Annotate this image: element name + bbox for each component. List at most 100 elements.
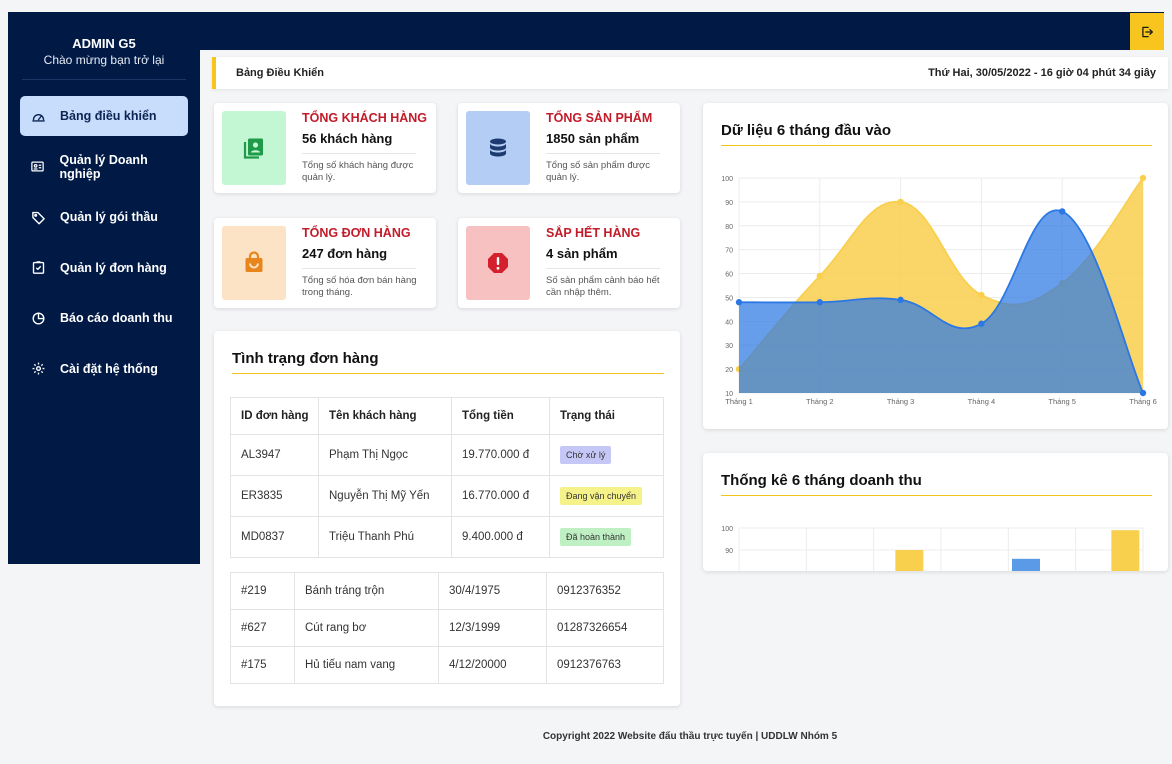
breadcrumb: Bảng Điều Khiển Thứ Hai, 30/05/2022 - 16… [212, 57, 1168, 89]
data-point [978, 291, 985, 299]
x-tick-label: Tháng 6 [1129, 397, 1157, 406]
alert-octagon-icon [466, 226, 530, 300]
order-id: AL3947 [230, 434, 319, 476]
id-card-icon [30, 159, 46, 175]
stat-value: 4 sản phẩm [546, 246, 618, 261]
x-tick-label: Tháng 4 [968, 397, 996, 406]
y-tick-label: 100 [721, 176, 733, 183]
y-tick-label: 50 [725, 295, 733, 302]
customer-birthdate: 4/12/20000 [438, 646, 547, 684]
table-row[interactable]: #627 Cút rang bơ 12/3/1999 01287326654 [230, 609, 664, 647]
data-point [735, 299, 743, 306]
customer-name: Bánh tráng trộn [294, 572, 439, 610]
sidebar-item-business[interactable]: Quản lý Doanh nghiệp [20, 147, 188, 187]
stat-title: TỔNG KHÁCH HÀNG [302, 111, 427, 125]
y-tick-label: 70 [725, 248, 733, 255]
customer-info-table: #219 Bánh tráng trộn 30/4/1975 091237635… [230, 572, 664, 684]
order-id: ER3835 [230, 475, 319, 517]
gear-icon [30, 361, 46, 377]
page-title: Bảng Điều Khiển [236, 67, 325, 79]
database-icon [466, 111, 530, 185]
sidebar-divider [22, 79, 186, 80]
footer-copyright: Copyright 2022 Website đấu thầu trực tuy… [542, 731, 838, 742]
customer-name: Triệu Thanh Phú [318, 516, 452, 558]
status-badge: Chờ xử lý [560, 446, 612, 464]
y-tick-label: 40 [725, 319, 733, 326]
customer-id: #627 [230, 609, 295, 647]
status-badge: Đã hoàn thành [560, 528, 632, 546]
data-point [897, 198, 904, 206]
logout-button[interactable] [1130, 13, 1164, 50]
stat-divider [302, 268, 416, 269]
data-point [1059, 208, 1066, 215]
stat-value: 247 đơn hàng [302, 246, 388, 261]
sidebar-item-revenue[interactable]: Báo cáo doanh thu [20, 298, 188, 338]
sidebar-item-dashboard[interactable]: Bảng điều khiển [20, 96, 188, 136]
sidebar-item-packages[interactable]: Quản lý gói thầu [20, 197, 188, 237]
order-status-cell: Đang vận chuyển [549, 475, 664, 517]
welcome-text: Chào mừng bạn trở lại [43, 53, 165, 67]
y-tick-label: 90 [725, 548, 733, 555]
customer-contact-icon [222, 111, 286, 185]
table-row[interactable]: #219 Bánh tráng trộn 30/4/1975 091237635… [230, 572, 664, 610]
input-data-chart-panel: Dữ liệu 6 tháng đầu vào 10 20 30 40 50 60 70 80… [703, 103, 1168, 429]
customer-id: #175 [230, 646, 295, 684]
data-point [816, 299, 823, 306]
table-row[interactable]: MD0837 Triệu Thanh Phú 9.400.000 đ Đã ho… [230, 516, 664, 558]
stat-title: TỔNG ĐƠN HÀNG [302, 226, 411, 240]
column-header-customer: Tên khách hàng [318, 397, 452, 435]
order-total: 19.770.000 đ [451, 434, 550, 476]
revenue-chart-panel: Thống kê 6 tháng doanh thu 90 100 [703, 453, 1168, 571]
brand: ADMIN G5 Chào mừng bạn trở lại [8, 12, 200, 67]
logout-icon [1142, 26, 1153, 37]
column-header-status: Trạng thái [549, 397, 664, 435]
sidebar-item-settings[interactable]: Cài đặt hệ thống [20, 349, 188, 389]
stat-value: 1850 sản phẩm [546, 131, 640, 146]
order-id: MD0837 [230, 516, 319, 558]
stat-card-customers: TỔNG KHÁCH HÀNG 56 khách hàng Tổng số kh… [214, 103, 436, 193]
panel-title-underline [232, 373, 664, 374]
stat-card-low-stock: SẮP HẾT HÀNG 4 sản phẩm Số sản phẩm cảnh… [458, 218, 680, 308]
sidebar-item-label: Báo cáo doanh thu [60, 311, 173, 325]
sidebar-item-label: Quản lý đơn hàng [60, 260, 167, 275]
panel-title: Tình trạng đơn hàng [232, 350, 379, 367]
stat-description: Tổng số sản phẩm được quản lý. [546, 160, 650, 183]
sidebar-item-orders[interactable]: Quản lý đơn hàng [20, 248, 188, 288]
bar-chart: 90 100 [721, 526, 1144, 571]
x-tick-label: Tháng 3 [887, 397, 915, 406]
customer-name: Cút rang bơ [294, 609, 439, 647]
data-point [897, 296, 904, 304]
y-tick-label: 90 [725, 200, 733, 207]
data-point [1139, 174, 1147, 182]
stat-title: SẮP HẾT HÀNG [546, 226, 641, 240]
customer-name: Nguyễn Thị Mỹ Yến [318, 475, 452, 517]
x-tick-label: Tháng 1 [725, 397, 753, 406]
customer-birthdate: 30/4/1975 [438, 572, 547, 610]
column-header-id: ID đơn hàng [230, 397, 319, 435]
sidebar: ADMIN G5 Chào mừng bạn trở lại Bảng điều… [8, 12, 200, 564]
y-tick-label: 60 [725, 272, 733, 279]
bar [1111, 530, 1140, 571]
table-row[interactable]: #175 Hủ tiếu nam vang 4/12/20000 0912376… [230, 646, 664, 684]
stat-card-orders: TỔNG ĐƠN HÀNG 247 đơn hàng Tổng số hóa đ… [214, 218, 436, 308]
stat-divider [546, 153, 660, 154]
customer-birthdate: 12/3/1999 [438, 609, 547, 647]
data-point [1139, 389, 1147, 397]
shopping-bag-icon [222, 226, 286, 300]
table-row[interactable]: ER3835 Nguyễn Thị Mỹ Yến 16.770.000 đ Đa… [230, 475, 664, 517]
order-total: 16.770.000 đ [451, 475, 550, 517]
x-tick-label: Tháng 2 [806, 397, 834, 406]
data-point [978, 320, 985, 327]
table-row[interactable]: AL3947 Phạm Thị Ngọc 19.770.000 đ Chờ xử… [230, 434, 664, 476]
y-tick-label: 80 [725, 224, 733, 231]
order-status-table: ID đơn hàng Tên khách hàng Tổng tiền Trạ… [230, 397, 664, 558]
order-status-cell: Đã hoàn thành [549, 516, 664, 558]
stat-title: TỔNG SẢN PHẨM [546, 111, 653, 125]
status-badge: Đang vận chuyển [560, 487, 643, 505]
customer-table-overlay: #219 Bánh tráng trộn 30/4/1975 091237635… [230, 572, 664, 684]
order-check-icon [30, 260, 46, 276]
y-tick-label: 30 [725, 343, 733, 350]
stat-description: Số sản phẩm cảnh báo hết cần nhập thêm. [546, 275, 660, 298]
bar [1012, 558, 1040, 571]
table-header-row: ID đơn hàng Tên khách hàng Tổng tiền Trạ… [230, 397, 664, 435]
